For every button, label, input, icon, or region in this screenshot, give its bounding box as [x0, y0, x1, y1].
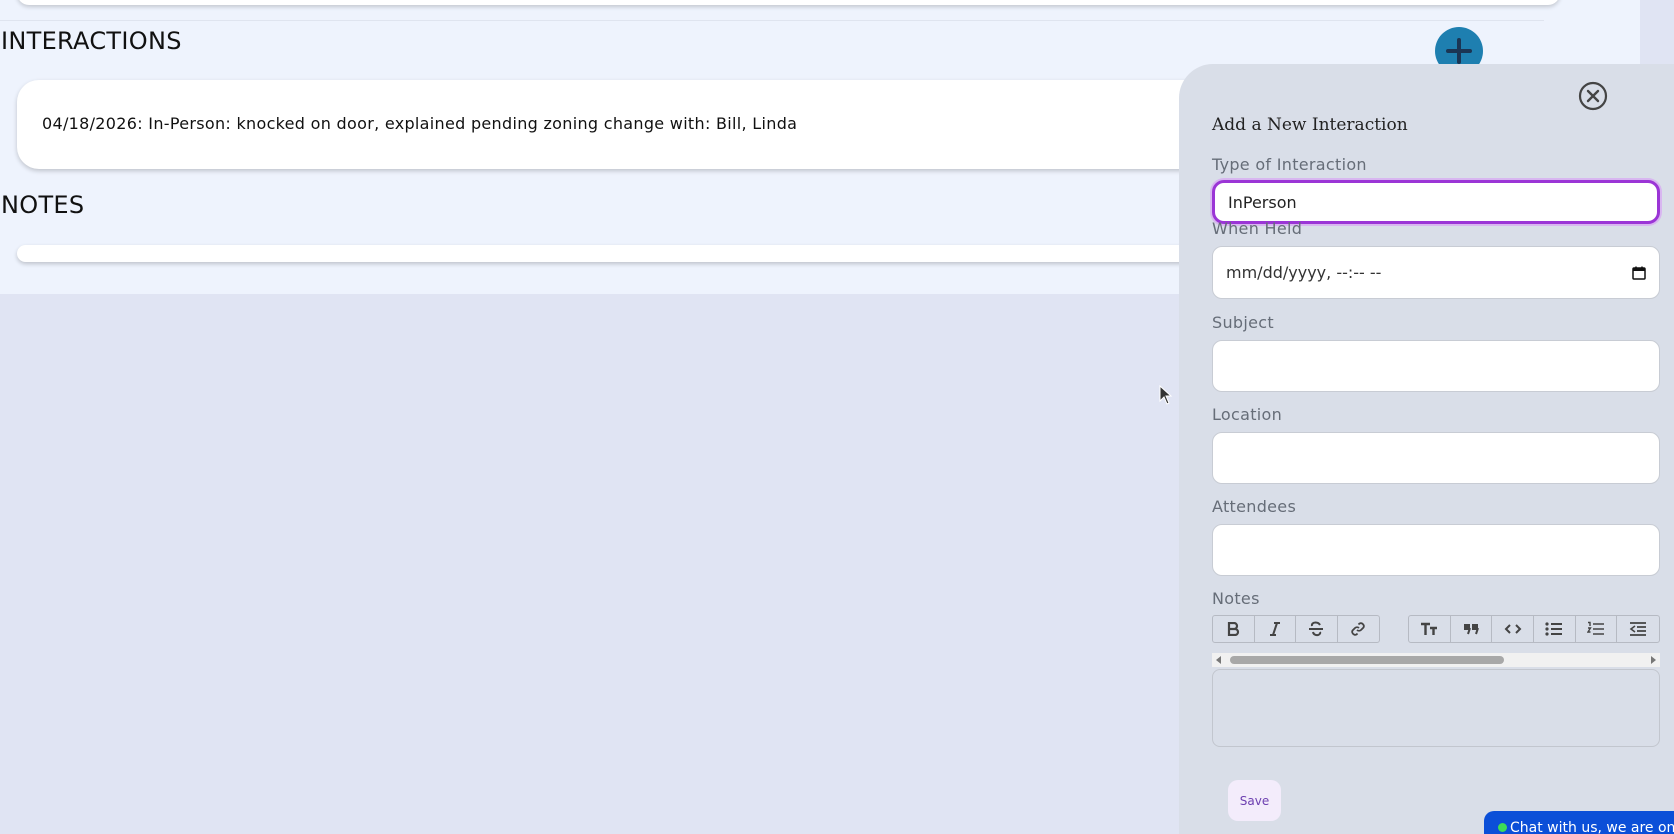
- strikethrough-icon: [1309, 621, 1324, 637]
- code-icon: [1504, 624, 1522, 634]
- mouse-cursor-icon: [1159, 385, 1173, 405]
- heading-button[interactable]: [1409, 616, 1451, 642]
- bullet-list-icon: [1545, 622, 1563, 636]
- notes-title: NOTES: [1, 191, 85, 219]
- strikethrough-button[interactable]: [1296, 616, 1338, 642]
- interaction-item[interactable]: 04/18/2026: In-Person: knocked on door, …: [17, 80, 1257, 169]
- panel-title: Add a New Interaction: [1212, 115, 1408, 135]
- interaction-text: 04/18/2026: In-Person: knocked on door, …: [42, 114, 798, 133]
- when-held-input[interactable]: mm/dd/yyyy, --:-- --: [1212, 246, 1660, 299]
- numbered-list-button[interactable]: [1576, 616, 1618, 642]
- scroll-thumb[interactable]: [1230, 656, 1504, 664]
- toolbar-scrollbar[interactable]: [1212, 653, 1660, 667]
- close-button[interactable]: [1578, 81, 1608, 111]
- subject-label: Subject: [1212, 313, 1274, 332]
- format-toolbar-block: [1408, 615, 1660, 643]
- attendees-label: Attendees: [1212, 497, 1297, 516]
- plus-icon: [1446, 38, 1472, 64]
- previous-card: [17, 0, 1560, 5]
- link-icon: [1351, 622, 1365, 636]
- code-button[interactable]: [1492, 616, 1535, 642]
- bold-icon: [1228, 622, 1240, 636]
- type-label: Type of Interaction: [1212, 155, 1367, 174]
- subject-input[interactable]: [1212, 340, 1660, 392]
- format-toolbar-text: [1212, 615, 1380, 643]
- interactions-title: INTERACTIONS: [1, 27, 182, 55]
- attendees-input[interactable]: [1212, 524, 1660, 576]
- location-input[interactable]: [1212, 432, 1660, 484]
- type-value: InPerson: [1228, 192, 1297, 212]
- notes-label: Notes: [1212, 589, 1260, 608]
- location-label: Location: [1212, 405, 1283, 424]
- bold-button[interactable]: [1213, 616, 1255, 642]
- close-icon: [1578, 81, 1608, 111]
- notes-editor[interactable]: [1212, 669, 1660, 747]
- link-button[interactable]: [1338, 616, 1379, 642]
- chat-widget[interactable]: Chat with us, we are online!: [1484, 811, 1674, 834]
- save-button[interactable]: Save: [1228, 780, 1281, 821]
- heading-icon: [1421, 622, 1438, 635]
- outdent-button[interactable]: [1617, 616, 1659, 642]
- scroll-left-arrow-icon[interactable]: [1216, 656, 1221, 664]
- calendar-icon[interactable]: [1632, 266, 1646, 280]
- online-status-icon: [1498, 823, 1507, 832]
- numbered-list-icon: [1587, 621, 1605, 635]
- italic-button[interactable]: [1255, 616, 1296, 642]
- quote-icon: [1464, 624, 1479, 635]
- when-label: When Held: [1212, 219, 1303, 238]
- outdent-icon: [1629, 622, 1647, 636]
- italic-icon: [1269, 622, 1280, 636]
- quote-button[interactable]: [1451, 616, 1493, 642]
- bullet-list-button[interactable]: [1534, 616, 1576, 642]
- type-input[interactable]: InPerson: [1212, 180, 1660, 224]
- notes-card: [17, 245, 1257, 262]
- divider: [0, 20, 1544, 21]
- scroll-right-arrow-icon[interactable]: [1651, 656, 1656, 664]
- when-placeholder: mm/dd/yyyy, --:-- --: [1226, 263, 1382, 282]
- chat-label: Chat with us, we are online!: [1510, 820, 1674, 834]
